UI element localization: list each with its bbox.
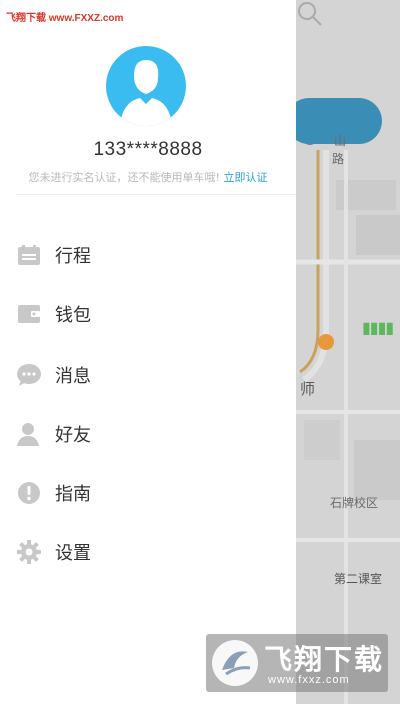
menu-label: 钱包 (55, 305, 91, 326)
side-drawer: 飞翔下载 www.FXXZ.com 133****8888 您未进行实名认证，还… (0, 0, 296, 704)
user-silhouette-icon (120, 60, 172, 126)
divider (16, 194, 296, 195)
user-phone: 133****8888 (93, 139, 203, 160)
map-label: 路 (332, 152, 345, 166)
map-label: 石牌校区 (330, 496, 379, 510)
menu-label: 行程 (55, 246, 91, 267)
search-icon[interactable] (296, 0, 324, 28)
map-label: 第二课室 (334, 572, 383, 586)
menu-item-wallet[interactable]: 钱包 (0, 292, 296, 336)
watermark-text: 飞翔下载 www.FXXZ.com (6, 13, 124, 24)
menu-item-friends[interactable]: 好友 (0, 412, 296, 456)
friend-icon (16, 421, 42, 447)
verify-notice: 您未进行实名认证，还不能使用单车哦! (28, 171, 220, 184)
map-view[interactable]: 山 路 ▮▮▮▮ 师 石牌校区 第二课室 (296, 0, 400, 704)
exclamation-icon (16, 480, 42, 506)
menu-item-guide[interactable]: 指南 (0, 471, 296, 515)
avatar[interactable] (106, 46, 186, 126)
map-label: 师 (300, 380, 316, 398)
map-label: 山 (334, 134, 347, 148)
chat-bubble-icon (16, 362, 42, 388)
watermark-url: www.fxxz.com (268, 674, 350, 686)
verify-now-link[interactable]: 立即认证 (223, 171, 267, 184)
wallet-icon (16, 301, 42, 327)
menu-label: 设置 (55, 543, 91, 564)
map-building-marker: ▮▮▮▮ (362, 318, 394, 337)
verify-notice-line: 您未进行实名认证，还不能使用单车哦! 立即认证 (0, 169, 296, 185)
watermark-logo-icon (212, 640, 258, 686)
gear-icon (16, 539, 42, 565)
menu-label: 好友 (55, 425, 91, 446)
menu-item-settings[interactable]: 设置 (0, 530, 296, 574)
menu-item-messages[interactable]: 消息 (0, 353, 296, 397)
watermark-badge: 飞翔下载 www.fxxz.com (206, 634, 388, 692)
watermark-brand: 飞翔下载 (264, 643, 385, 676)
calendar-icon (16, 242, 42, 268)
menu-item-trips[interactable]: 行程 (0, 233, 296, 277)
menu-label: 指南 (55, 484, 91, 505)
menu-label: 消息 (55, 366, 91, 387)
